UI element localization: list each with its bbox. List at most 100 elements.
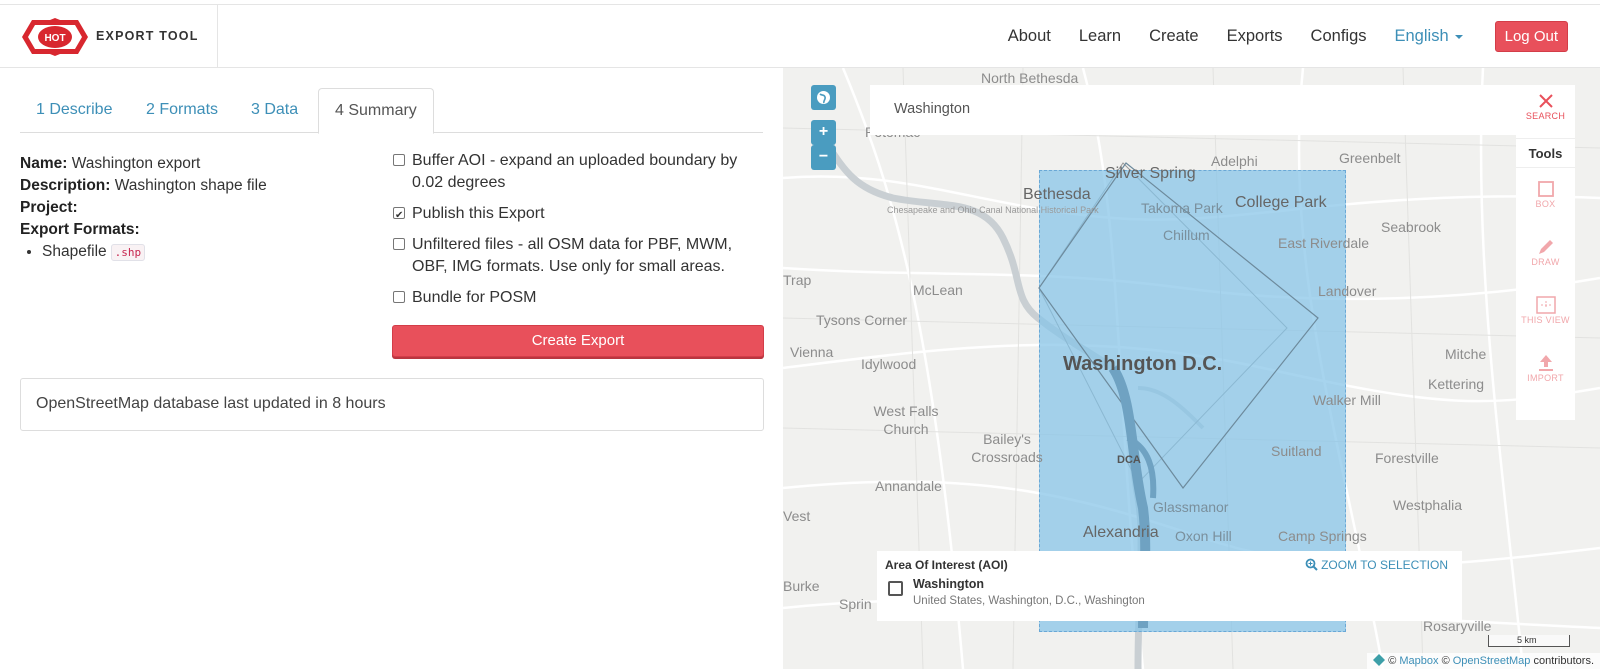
- upload-icon: [1538, 355, 1553, 371]
- buffer-aoi-label: Buffer AOI - expand an uploaded boundary…: [412, 152, 738, 191]
- map-scale: 5 km: [1488, 635, 1570, 647]
- map-label-chillum: Chillum: [1163, 227, 1210, 243]
- aoi-checkbox[interactable]: [888, 581, 903, 596]
- brand-badge-text: HOT: [44, 33, 65, 44]
- import-tool[interactable]: IMPORT: [1516, 353, 1575, 383]
- tab-describe[interactable]: 1 Describe: [20, 88, 128, 133]
- language-dropdown[interactable]: English: [1395, 27, 1463, 46]
- map-label-idylwood: Idylwood: [861, 356, 917, 372]
- attribution-copy-2: ©: [1441, 655, 1450, 667]
- formats-label: Export Formats:: [20, 221, 140, 238]
- map-view[interactable]: North Bethesda Potomac Adelphi Greenbelt…: [783, 68, 1600, 669]
- viewport-icon: [1535, 296, 1556, 314]
- navbar: HOT EXPORT TOOL About Learn Create Expor…: [0, 4, 1600, 68]
- map-label-west-falls-church: West Falls Church: [873, 403, 939, 437]
- map-label-forestville: Forestville: [1375, 450, 1439, 466]
- map-label-north-bethesda: North Bethesda: [981, 70, 1079, 86]
- db-status-text: OpenStreetMap database last updated in 8…: [36, 395, 386, 412]
- map-attribution: © Mapbox © OpenStreetMap contributors.: [1367, 653, 1600, 669]
- map-label-tysons: Tysons Corner: [816, 312, 908, 328]
- box-tool-label: BOX: [1535, 199, 1556, 209]
- map-label-bethesda: Bethesda: [1023, 186, 1091, 203]
- zoom-in-button[interactable]: +: [811, 120, 836, 145]
- aoi-description: United States, Washington, D.C., Washing…: [913, 595, 1145, 607]
- formats-row: Export Formats:: [20, 219, 370, 241]
- format-ext: .shp: [110, 244, 146, 261]
- import-tool-label: IMPORT: [1527, 373, 1564, 383]
- step-tabs: 1 Describe 2 Formats 3 Data 4 Summary: [20, 88, 763, 134]
- zoom-search-icon: [1305, 558, 1318, 571]
- posm-label: Bundle for POSM: [412, 289, 537, 306]
- tab-formats[interactable]: 2 Formats: [130, 88, 234, 133]
- aoi-name: Washington: [913, 577, 985, 591]
- map-label-washington-dc: Washington D.C.: [1063, 353, 1223, 375]
- close-icon: [1538, 94, 1553, 108]
- brand-title: EXPORT TOOL: [96, 29, 199, 43]
- nav-menu: About Learn Create Exports Configs Engli…: [1008, 5, 1600, 68]
- map-label-walker-mill: Walker Mill: [1313, 392, 1381, 408]
- map-label-college-park: College Park: [1235, 194, 1327, 211]
- logout-button[interactable]: Log Out: [1494, 21, 1568, 52]
- description-label: Description:: [20, 177, 111, 194]
- map-label-seabrook: Seabrook: [1381, 219, 1441, 235]
- zoom-to-selection-link[interactable]: ZOOM TO SELECTION: [1305, 558, 1448, 572]
- openstreetmap-link[interactable]: OpenStreetMap: [1453, 655, 1531, 667]
- tab-data[interactable]: 3 Data: [235, 88, 314, 133]
- nav-create[interactable]: Create: [1149, 27, 1199, 46]
- map-label-suitland: Suitland: [1271, 443, 1322, 459]
- project-row: Project:: [20, 197, 370, 219]
- nav-learn[interactable]: Learn: [1079, 27, 1121, 46]
- option-posm[interactable]: Bundle for POSM: [392, 287, 764, 309]
- hot-logo-icon: HOT: [22, 18, 88, 56]
- this-view-tool[interactable]: THIS VIEW: [1516, 295, 1575, 325]
- option-buffer-aoi[interactable]: Buffer AOI - expand an uploaded boundary…: [392, 150, 764, 194]
- db-status-box: OpenStreetMap database last updated in 8…: [20, 378, 764, 431]
- create-export-button[interactable]: Create Export: [392, 325, 764, 357]
- tab-summary[interactable]: 4 Summary: [318, 88, 434, 134]
- draw-tool[interactable]: DRAW: [1516, 237, 1575, 267]
- aoi-panel: Area Of Interest (AOI) ZOOM TO SELECTION…: [877, 551, 1462, 621]
- option-unfiltered[interactable]: Unfiltered files - all OSM data for PBF,…: [392, 234, 764, 278]
- zoom-out-button[interactable]: −: [811, 145, 836, 170]
- name-label: Name:: [20, 155, 68, 172]
- aoi-panel-title: Area Of Interest (AOI): [885, 558, 1008, 572]
- nav-configs[interactable]: Configs: [1311, 27, 1367, 46]
- box-tool[interactable]: BOX: [1516, 179, 1575, 209]
- map-label-west: Vest: [783, 508, 811, 524]
- project-label: Project:: [20, 199, 78, 216]
- unfiltered-checkbox[interactable]: [393, 238, 405, 250]
- description-row: Description: Washington shape file: [20, 175, 370, 197]
- map-label-alexandria: Alexandria: [1083, 524, 1159, 541]
- map-search-value: Washington: [894, 101, 971, 117]
- option-publish[interactable]: Publish this Export: [392, 203, 764, 227]
- format-item: Shapefile.shp: [42, 241, 370, 264]
- buffer-aoi-checkbox[interactable]: [393, 154, 405, 166]
- map-label-chesapeake: Chesapeake and Ohio Canal National Histo…: [887, 205, 1099, 215]
- globe-icon[interactable]: [811, 85, 836, 110]
- map-label-east-riverdale: East Riverdale: [1278, 235, 1370, 251]
- export-summary: Name: Washington export Description: Was…: [20, 153, 370, 264]
- description-value: Washington shape file: [114, 177, 267, 194]
- this-view-tool-label: THIS VIEW: [1521, 315, 1570, 325]
- map-label-burke: Burke: [783, 578, 820, 594]
- map-label-silver-spring: Silver Spring: [1105, 165, 1196, 182]
- map-label-glassmanor: Glassmanor: [1153, 499, 1229, 515]
- map-label-mitche: Mitche: [1445, 346, 1487, 362]
- mapbox-logo-icon: [1373, 654, 1386, 666]
- name-row: Name: Washington export: [20, 153, 370, 175]
- search-tool[interactable]: SEARCH: [1516, 91, 1575, 121]
- map-label-landover: Landover: [1318, 283, 1377, 299]
- publish-label: Publish this Export: [412, 205, 545, 222]
- nav-exports[interactable]: Exports: [1227, 27, 1283, 46]
- brand[interactable]: HOT EXPORT TOOL: [0, 5, 218, 68]
- nav-about[interactable]: About: [1008, 27, 1051, 46]
- map-search-input[interactable]: Washington: [870, 85, 1516, 135]
- draw-tool-label: DRAW: [1531, 257, 1560, 267]
- map-label-vienna: Vienna: [790, 344, 834, 360]
- publish-checkbox[interactable]: [393, 205, 405, 227]
- posm-checkbox[interactable]: [393, 291, 405, 303]
- tools-title: Tools: [1516, 138, 1575, 168]
- map-label-baileys: Bailey's Crossroads: [971, 431, 1043, 465]
- map-label-takoma-park: Takoma Park: [1141, 200, 1223, 216]
- mapbox-link[interactable]: Mapbox: [1399, 655, 1438, 667]
